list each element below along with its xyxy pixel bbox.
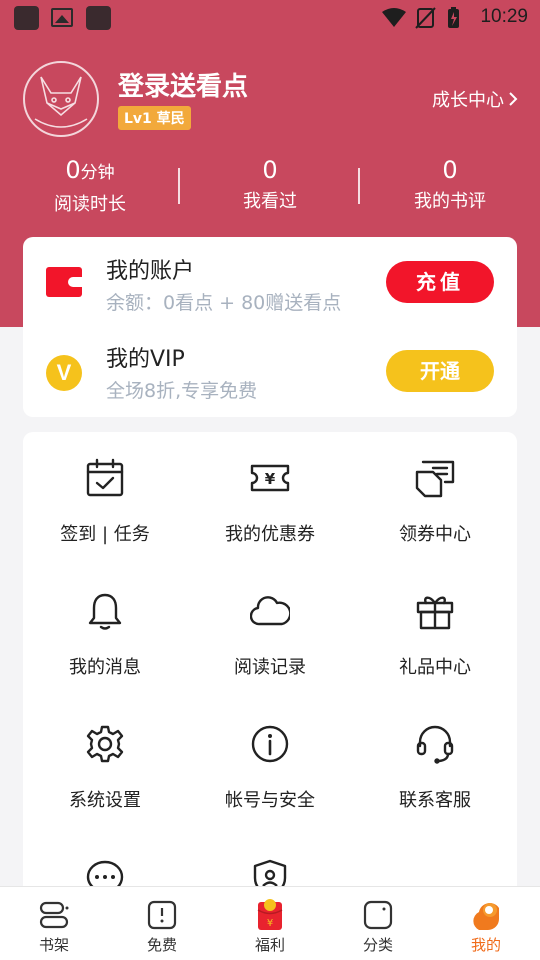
vip-open-button[interactable]: 开通 bbox=[386, 350, 494, 392]
menu-grid: 签到 | 任务 ¥ 我的优惠券 领券中心 我的消息 阅读记录 礼品中心 系统设置… bbox=[23, 432, 517, 902]
bookshelf-icon bbox=[39, 901, 69, 929]
account-balance: 余额：0看点 + 80赠送看点 bbox=[106, 292, 342, 314]
stat-label: 我的书评 bbox=[414, 191, 486, 212]
bottom-nav: 书架 免费 ¥ 福利 分类 我的 bbox=[0, 886, 540, 960]
fox-avatar-icon bbox=[34, 76, 88, 128]
menu-item-customer-service[interactable]: 联系客服 bbox=[353, 698, 517, 818]
menu-item-reading-history[interactable]: 阅读记录 bbox=[188, 565, 352, 685]
stat-viewed[interactable]: 0 我看过 bbox=[180, 156, 360, 213]
coupon-center-icon bbox=[415, 460, 455, 498]
menu-label: 帐号与安全 bbox=[225, 790, 315, 811]
chevron-right-icon bbox=[509, 92, 518, 106]
stat-unit: 分钟 bbox=[80, 163, 115, 183]
status-bar: 10:29 bbox=[0, 0, 540, 36]
tab-label: 福利 bbox=[254, 936, 285, 954]
tab-category[interactable]: 分类 bbox=[324, 887, 432, 960]
menu-item-my-coupons[interactable]: ¥ 我的优惠券 bbox=[188, 432, 352, 552]
wallet-icon bbox=[46, 267, 82, 297]
profile-icon bbox=[473, 903, 499, 930]
avatar[interactable] bbox=[23, 61, 99, 137]
tab-mine[interactable]: 我的 bbox=[432, 887, 540, 960]
coupon-symbol: ¥ bbox=[265, 470, 276, 488]
stat-divider bbox=[358, 168, 360, 204]
stat-value: 0 bbox=[65, 156, 81, 184]
image-notification-icon bbox=[51, 8, 73, 27]
free-book-icon bbox=[147, 900, 177, 930]
growth-center-link[interactable]: 成长中心 bbox=[432, 86, 518, 112]
info-icon bbox=[251, 725, 289, 763]
calendar-check-icon bbox=[86, 458, 124, 497]
bell-icon bbox=[88, 593, 122, 630]
tab-label: 分类 bbox=[362, 936, 393, 954]
menu-item-messages[interactable]: 我的消息 bbox=[23, 565, 187, 685]
status-icons bbox=[382, 7, 459, 29]
gift-icon bbox=[416, 596, 454, 630]
coupon-icon: ¥ bbox=[250, 464, 290, 492]
menu-label: 阅读记录 bbox=[234, 657, 306, 678]
tab-bookshelf[interactable]: 书架 bbox=[0, 887, 108, 960]
vip-row[interactable]: V 我的VIP 全场8折,专享免费 开通 bbox=[23, 327, 517, 417]
growth-center-label: 成长中心 bbox=[432, 90, 504, 111]
envelope-symbol: ¥ bbox=[267, 918, 273, 929]
level-badge: Lv1 草民 bbox=[118, 106, 191, 130]
tab-label: 书架 bbox=[38, 936, 69, 954]
menu-label: 我的优惠券 bbox=[225, 524, 315, 545]
menu-label: 礼品中心 bbox=[399, 657, 471, 678]
tab-welfare[interactable]: ¥ 福利 bbox=[216, 887, 324, 960]
vip-icon: V bbox=[46, 355, 82, 391]
status-time: 10:29 bbox=[480, 6, 528, 27]
login-title[interactable]: 登录送看点 bbox=[118, 66, 248, 103]
vip-title: 我的VIP bbox=[106, 347, 185, 372]
stat-reviews[interactable]: 0 我的书评 bbox=[360, 156, 540, 213]
menu-label: 我的消息 bbox=[69, 657, 141, 678]
gear-icon bbox=[86, 725, 124, 763]
menu-item-account-security[interactable]: 帐号与安全 bbox=[188, 698, 352, 818]
menu-label: 联系客服 bbox=[399, 790, 471, 811]
account-card: 我的账户 余额：0看点 + 80赠送看点 充值 V 我的VIP 全场8折,专享免… bbox=[23, 237, 517, 417]
stat-label: 我看过 bbox=[243, 191, 297, 212]
menu-label: 领券中心 bbox=[399, 524, 471, 545]
menu-label: 签到 | 任务 bbox=[60, 524, 150, 545]
stat-value: 0 bbox=[262, 156, 278, 184]
tab-label: 我的 bbox=[470, 936, 501, 954]
account-row[interactable]: 我的账户 余额：0看点 + 80赠送看点 充值 bbox=[23, 237, 517, 327]
menu-item-checkin[interactable]: 签到 | 任务 bbox=[23, 432, 187, 552]
menu-item-gift-center[interactable]: 礼品中心 bbox=[353, 565, 517, 685]
stat-value: 0 bbox=[442, 156, 458, 184]
app-notification-icon bbox=[86, 6, 111, 30]
notification-icon bbox=[14, 6, 39, 30]
vip-subtitle: 全场8折,专享免费 bbox=[106, 380, 258, 402]
stat-label: 阅读时长 bbox=[54, 194, 126, 215]
menu-item-coupon-center[interactable]: 领券中心 bbox=[353, 432, 517, 552]
tab-label: 免费 bbox=[146, 936, 177, 954]
tab-free[interactable]: 免费 bbox=[108, 887, 216, 960]
stats-row: 0分钟 阅读时长 0 我看过 0 我的书评 bbox=[0, 156, 540, 216]
wifi-icon bbox=[382, 8, 406, 27]
menu-item-settings[interactable]: 系统设置 bbox=[23, 698, 187, 818]
cloud-icon bbox=[250, 596, 290, 626]
recharge-button[interactable]: 充值 bbox=[386, 261, 494, 303]
stat-divider bbox=[178, 168, 180, 204]
red-envelope-icon: ¥ bbox=[257, 899, 283, 930]
account-title: 我的账户 bbox=[106, 259, 195, 284]
menu-label: 系统设置 bbox=[69, 790, 141, 811]
stat-reading-time[interactable]: 0分钟 阅读时长 bbox=[0, 156, 180, 216]
headset-icon bbox=[416, 725, 454, 764]
category-icon bbox=[363, 900, 393, 930]
